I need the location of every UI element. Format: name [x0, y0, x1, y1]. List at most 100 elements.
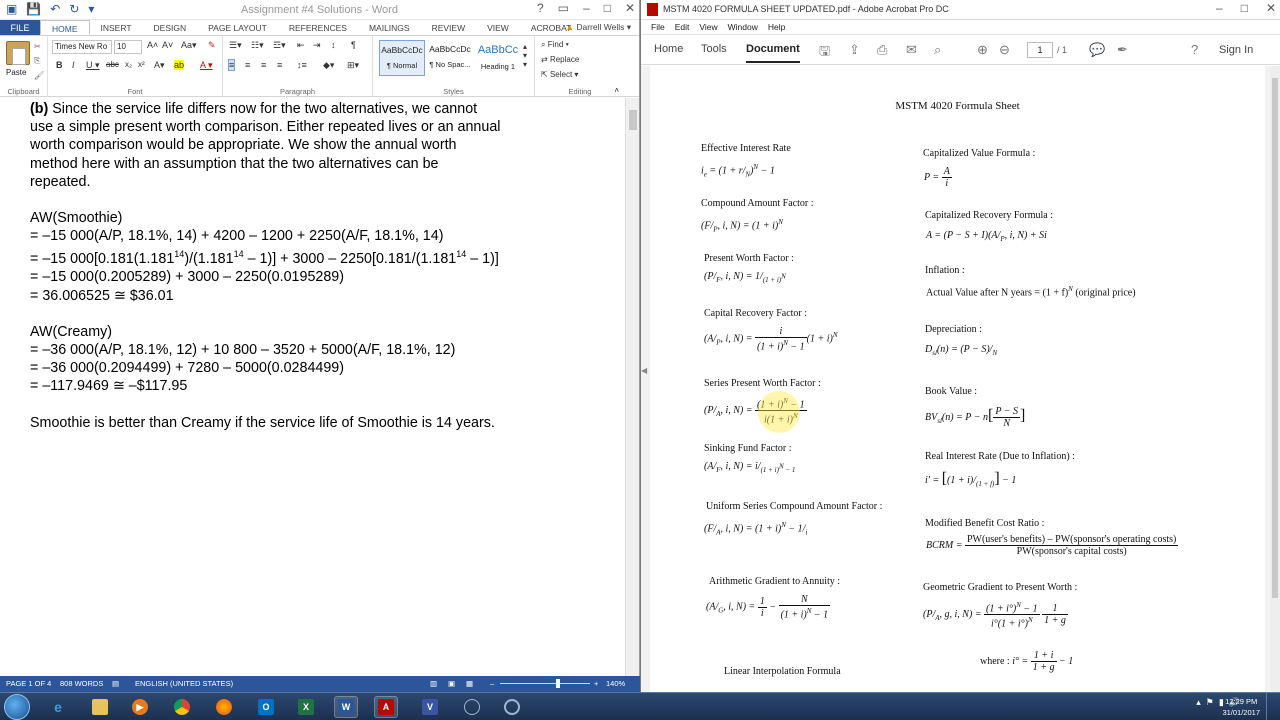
style-no-spacing[interactable]: AaBbCcDc ¶ No Spac... — [427, 40, 473, 76]
close-button[interactable]: ✕ — [625, 1, 635, 15]
zoom-out-icon[interactable]: – — [490, 676, 494, 692]
flag-icon[interactable]: ⚑ — [1206, 697, 1214, 708]
scrollbar-thumb[interactable] — [629, 110, 637, 130]
tab-file[interactable]: FILE — [0, 20, 40, 35]
taskbar-acrobat[interactable]: A — [374, 696, 398, 718]
tab-references[interactable]: REFERENCES — [278, 20, 358, 35]
status-proofing-icon[interactable]: ▤ — [112, 676, 119, 692]
save-icon[interactable]: 🖫 — [819, 42, 830, 64]
pdf-viewport[interactable]: ◀ MSTM 4020 Formula Sheet Effective Inte… — [641, 66, 1280, 692]
show-marks-icon[interactable]: ¶ — [351, 40, 356, 50]
word-vertical-scrollbar[interactable] — [625, 98, 639, 676]
italic-icon[interactable]: I — [72, 60, 75, 70]
font-name-select[interactable]: Times New Ro — [52, 40, 112, 54]
nav-home[interactable]: Home — [654, 43, 683, 55]
prev-page-icon[interactable]: ⊕ — [977, 42, 988, 58]
cut-icon[interactable]: ✂ — [34, 42, 44, 51]
collapse-ribbon-icon[interactable]: ˄ — [614, 86, 619, 95]
taskbar-app[interactable] — [500, 696, 524, 718]
show-hidden-icons-icon[interactable]: ▴ — [1196, 697, 1201, 708]
tab-review[interactable]: REVIEW — [421, 20, 477, 35]
styles-more-icon[interactable]: ▴ ▾ ▾ — [523, 42, 527, 69]
maximize-button[interactable]: □ — [1241, 1, 1248, 15]
taskbar-excel[interactable]: X — [294, 696, 318, 718]
bold-icon[interactable]: B — [56, 60, 63, 70]
superscript-icon[interactable]: x² — [138, 60, 145, 69]
replace-button[interactable]: ⇄ Replace — [541, 55, 579, 64]
acrobat-vertical-scrollbar[interactable] — [1270, 66, 1280, 692]
nav-document[interactable]: Document — [746, 43, 800, 63]
minimize-button[interactable]: – — [1216, 1, 1223, 15]
zoom-slider-thumb[interactable] — [556, 679, 560, 688]
tab-home[interactable]: HOME — [40, 20, 90, 35]
scrollbar-thumb[interactable] — [1272, 78, 1278, 598]
zoom-slider[interactable] — [500, 683, 590, 684]
email-icon[interactable]: ✉ — [906, 42, 917, 58]
user-account[interactable]: ▲ Darrell Wells ▾ — [566, 22, 631, 33]
taskbar-word[interactable]: W — [334, 696, 358, 718]
tab-view[interactable]: VIEW — [476, 20, 520, 35]
help-icon[interactable]: ? — [1191, 42, 1198, 57]
style-heading-1[interactable]: AaBbCc Heading 1 — [475, 40, 521, 76]
sign-in-link[interactable]: Sign In — [1219, 44, 1253, 56]
status-language[interactable]: ENGLISH (UNITED STATES) — [135, 676, 233, 692]
taskbar-media-player[interactable]: ▶ — [128, 696, 152, 718]
taskbar-ie[interactable]: e — [46, 696, 70, 718]
multilevel-list-icon[interactable]: ☲▾ — [273, 40, 286, 51]
clock[interactable]: 12:29 PM 31/01/2017 — [1222, 696, 1260, 718]
menu-file[interactable]: File — [651, 20, 665, 34]
read-mode-icon[interactable]: ▥ — [430, 676, 437, 692]
document-area[interactable]: (b) Since the service life differs now f… — [0, 98, 626, 676]
help-icon[interactable]: ? — [537, 1, 544, 15]
taskbar-visio[interactable]: V — [418, 696, 442, 718]
change-case-icon[interactable]: Aa▾ — [181, 40, 197, 51]
copy-icon[interactable]: ⎘ — [34, 56, 44, 66]
print-layout-icon[interactable]: ▣ — [448, 676, 455, 692]
comment-icon[interactable]: 💬 — [1089, 42, 1105, 58]
grow-font-icon[interactable]: A˄ — [147, 40, 158, 50]
sort-icon[interactable]: ↕ — [331, 40, 336, 50]
zoom-in-icon[interactable]: + — [594, 676, 598, 692]
show-desktop-button[interactable] — [1266, 693, 1280, 720]
align-right-icon[interactable]: ≡ — [261, 60, 266, 70]
taskbar-chrome[interactable] — [170, 696, 194, 718]
search-icon[interactable]: ⌕ — [934, 42, 941, 58]
taskbar-explorer[interactable] — [88, 696, 112, 718]
strikethrough-icon[interactable]: abc — [106, 60, 119, 69]
subscript-icon[interactable]: x₂ — [125, 60, 132, 69]
format-painter-icon[interactable]: 🖌 — [34, 71, 44, 80]
zoom-level[interactable]: 140% — [606, 676, 625, 692]
start-button[interactable] — [4, 694, 30, 720]
draw-icon[interactable]: ✒ — [1117, 42, 1128, 58]
maximize-button[interactable]: □ — [604, 1, 611, 15]
borders-icon[interactable]: ⊞▾ — [347, 60, 359, 71]
menu-view[interactable]: View — [699, 20, 717, 34]
taskbar-firefox[interactable] — [212, 696, 236, 718]
menu-edit[interactable]: Edit — [675, 20, 690, 34]
tab-design[interactable]: DESIGN — [143, 20, 198, 35]
print-icon[interactable]: ⎙ — [877, 42, 887, 58]
decrease-indent-icon[interactable]: ⇤ — [297, 40, 305, 51]
align-left-icon[interactable]: ≡ — [227, 59, 236, 71]
increase-indent-icon[interactable]: ⇥ — [313, 40, 321, 51]
paste-button[interactable]: Paste — [6, 68, 26, 77]
find-button[interactable]: ⌕ Find ▾ — [541, 40, 569, 50]
status-page[interactable]: PAGE 1 OF 4 — [6, 676, 51, 692]
select-button[interactable]: ⇱ Select ▾ — [541, 70, 578, 79]
line-spacing-icon[interactable]: ↕≡ — [297, 60, 307, 70]
style-normal[interactable]: AaBbCcDc ¶ Normal — [379, 40, 425, 76]
taskbar-app[interactable] — [460, 696, 484, 718]
font-color-icon[interactable]: A ▾ — [200, 60, 213, 71]
font-size-select[interactable]: 10 — [114, 40, 142, 54]
shading-icon[interactable]: ◆▾ — [323, 60, 334, 71]
shrink-font-icon[interactable]: A˅ — [162, 40, 173, 50]
align-center-icon[interactable]: ≡ — [245, 60, 250, 70]
ribbon-display-icon[interactable]: ▭ — [558, 1, 569, 15]
paste-icon[interactable] — [6, 41, 30, 65]
minimize-button[interactable]: – — [583, 1, 590, 15]
left-panel-toggle-icon[interactable]: ◀ — [641, 366, 647, 380]
upload-icon[interactable]: ⇪ — [849, 42, 860, 58]
clear-format-icon[interactable]: ✎ — [208, 40, 216, 51]
close-button[interactable]: ✕ — [1266, 1, 1276, 15]
taskbar-outlook[interactable]: O — [254, 696, 278, 718]
